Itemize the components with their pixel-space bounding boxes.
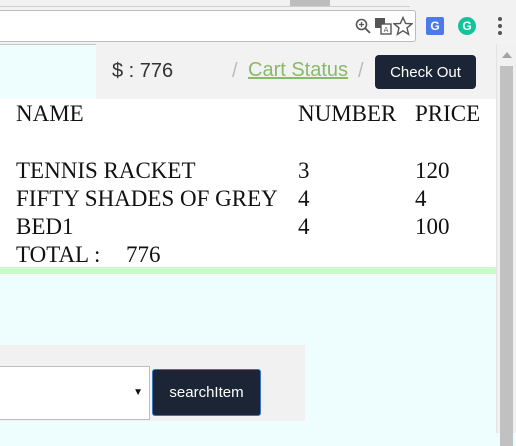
row-item-number: 3: [298, 158, 310, 183]
vertical-scrollbar[interactable]: [496, 44, 516, 446]
cart-status-link[interactable]: Cart Status: [248, 59, 348, 82]
table-bottom-strip: [0, 267, 496, 274]
breadcrumb-separator: /: [232, 60, 238, 82]
cart-header-bar: $ : 776 / Cart Status / Check Out: [96, 44, 496, 99]
column-header-price: PRICE: [415, 101, 481, 126]
bookmark-star-icon[interactable]: [392, 15, 414, 37]
row-item-price: 4: [415, 186, 427, 211]
menu-icon[interactable]: [489, 15, 511, 37]
cart-table: NAME NUMBER PRICE TENNIS RACKET 3 120 FI…: [0, 99, 496, 275]
toolbar-edge: [0, 6, 410, 7]
row-item-price: 100: [415, 214, 450, 239]
google-translate-icon[interactable]: G: [424, 15, 446, 37]
scrollbar-thumb[interactable]: [500, 66, 513, 446]
row-item-name: TENNIS RACKET: [16, 158, 196, 183]
search-item-button[interactable]: searchItem: [152, 369, 261, 416]
row-item-number: 4: [298, 214, 310, 239]
zoom-icon[interactable]: [352, 15, 374, 37]
search-select[interactable]: ▼: [0, 366, 150, 420]
cart-total-price: $ : 776: [112, 60, 174, 82]
row-item-name: BED1: [16, 214, 74, 239]
total-label: TOTAL :: [16, 242, 101, 267]
chevron-down-icon: ▼: [133, 387, 143, 398]
row-item-name: FIFTY SHADES OF GREY: [16, 186, 278, 211]
total-value: 776: [126, 242, 161, 267]
browser-toolbar: A G G: [0, 0, 516, 45]
grammarly-letter: G: [458, 17, 476, 35]
svg-text:A: A: [384, 26, 389, 34]
translate-page-icon[interactable]: A: [372, 15, 394, 37]
google-translate-letter: G: [426, 17, 444, 35]
row-item-price: 120: [415, 158, 450, 183]
column-header-number: NUMBER: [298, 101, 397, 126]
search-section: ▼ searchItem: [0, 345, 305, 421]
checkout-button[interactable]: Check Out: [375, 55, 476, 89]
breadcrumb-separator: /: [358, 60, 364, 82]
scroll-up-arrow-icon[interactable]: [502, 52, 512, 58]
grammarly-icon[interactable]: G: [456, 15, 478, 37]
column-header-name: NAME: [16, 101, 84, 126]
row-item-number: 4: [298, 186, 310, 211]
